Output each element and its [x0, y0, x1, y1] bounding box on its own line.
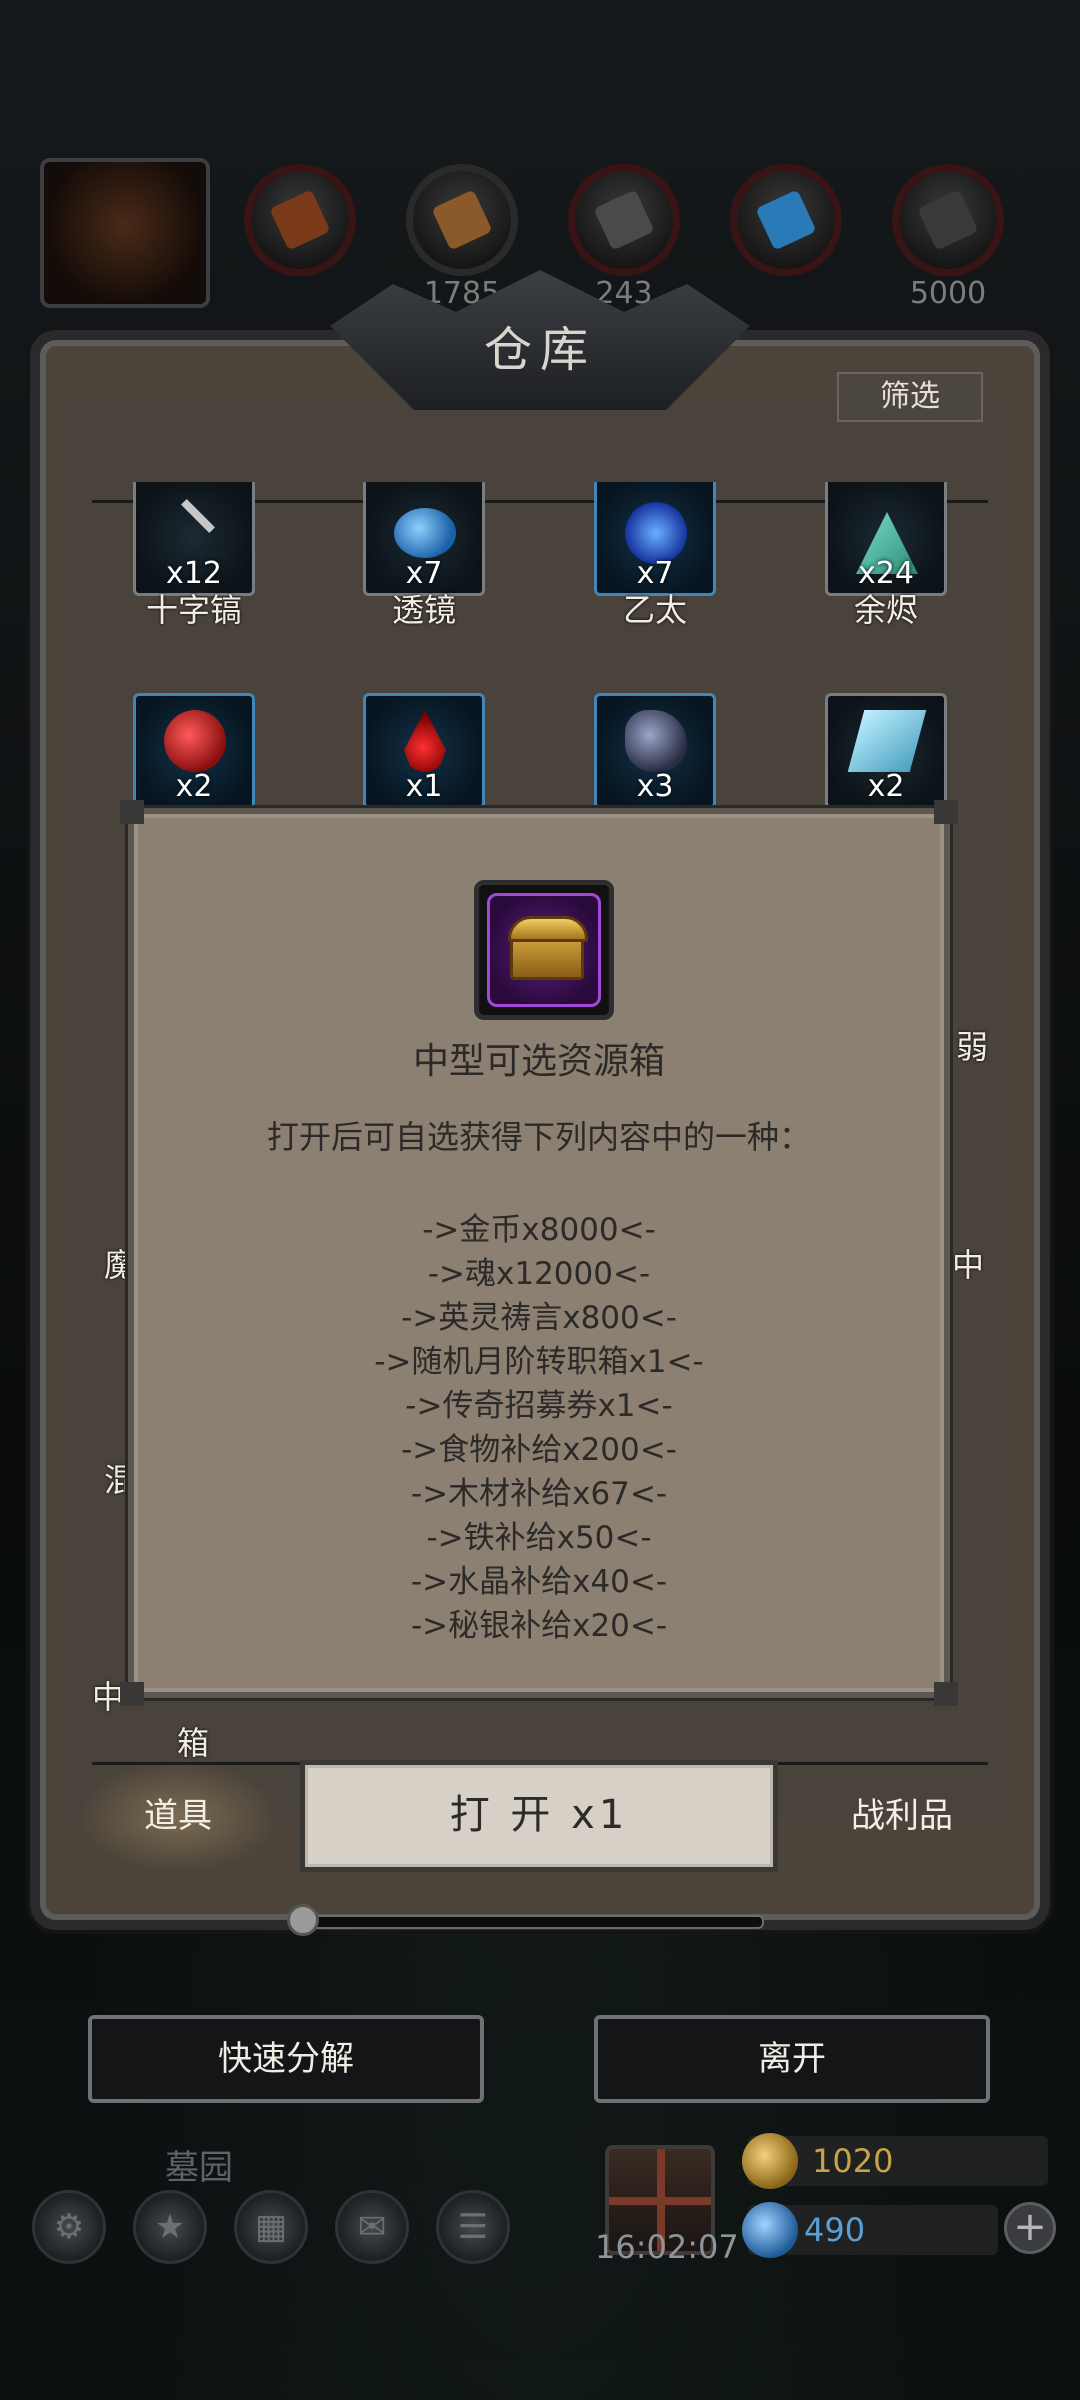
gold-coin-icon — [742, 2133, 798, 2189]
pickaxe-icon — [181, 499, 215, 533]
gem-value: 490 — [804, 2211, 866, 2249]
popup-description: 打开后可自选获得下列内容中的一种： — [266, 1118, 811, 1156]
open-button[interactable]: 打 开 x1 — [300, 1760, 778, 1872]
item-detail-popup: 中型可选资源箱 打开后可自选获得下列内容中的一种： ->金币x8000<- ->… — [120, 800, 958, 1706]
lens-icon — [394, 508, 456, 558]
popup-corner — [934, 1682, 958, 1706]
item-qty: x3 — [636, 769, 674, 804]
option-line: ->随机月阶转职箱x1<- — [374, 1344, 704, 1380]
option-line: ->秘银补给x20<- — [410, 1608, 668, 1644]
red-ore-icon — [164, 710, 226, 772]
gold-value: 1020 — [812, 2142, 894, 2180]
item-slot-ether[interactable]: x7 — [594, 482, 716, 596]
add-gems-button[interactable]: + — [1004, 2202, 1056, 2254]
item-slot-blood-drop[interactable]: x1 — [363, 693, 485, 809]
wood-resource-icon — [406, 164, 518, 276]
mithril-resource-icon — [892, 164, 1004, 276]
location-label: 墓园 — [165, 2148, 233, 2188]
mithril-value: 5000 — [909, 276, 987, 311]
item-slot-pickaxe[interactable]: x12 — [133, 482, 255, 596]
option-line: ->水晶补给x40<- — [410, 1564, 668, 1600]
item-name-ether: 乙太 — [622, 591, 687, 629]
item-icon-frame — [474, 880, 614, 1020]
ether-icon — [625, 502, 687, 564]
panel-title: 仓库 — [483, 322, 596, 378]
option-line: ->英灵祷言x800<- — [401, 1300, 677, 1336]
item-slot-dark-ore[interactable]: x3 — [594, 693, 716, 809]
item-name-pickaxe: 十字镐 — [145, 591, 242, 629]
hero-portrait[interactable] — [40, 158, 210, 308]
item-qty: x2 — [867, 769, 905, 804]
blood-drop-icon — [404, 710, 446, 772]
tab-items[interactable]: 道具 — [78, 1760, 278, 1872]
option-line: ->铁补给x50<- — [426, 1520, 652, 1556]
iron-resource-icon — [568, 164, 680, 276]
crystal-resource-icon — [730, 164, 842, 276]
mail-icon[interactable]: ✉ — [335, 2190, 409, 2264]
achievement-icon[interactable]: ★ — [133, 2190, 207, 2264]
filter-button[interactable]: 筛选 — [837, 372, 983, 422]
gem-icon — [742, 2202, 798, 2258]
option-line: ->食物补给x200<- — [401, 1432, 677, 1468]
map-icon[interactable]: ▦ — [234, 2190, 308, 2264]
option-line: ->金币x8000<- — [422, 1212, 656, 1248]
item-slot-crystal-ingot[interactable]: x2 — [825, 693, 947, 809]
option-line: ->魂x12000<- — [427, 1256, 651, 1292]
popup-corner — [120, 800, 144, 824]
treasure-chest-icon — [487, 893, 601, 1007]
partial-label: 中 — [952, 1246, 985, 1284]
item-slot-red-ore[interactable]: x2 — [133, 693, 255, 809]
option-line: ->传奇招募券x1<- — [405, 1388, 673, 1424]
item-slot-lens[interactable]: x7 — [363, 482, 485, 596]
item-name-ember: 余烬 — [853, 591, 918, 629]
quick-decompose-button[interactable]: 快速分解 — [88, 2015, 484, 2103]
food-resource-icon — [244, 164, 356, 276]
item-name-lens: 透镜 — [391, 591, 456, 629]
tab-loot[interactable]: 战利品 — [802, 1760, 1002, 1872]
popup-corner — [120, 1682, 144, 1706]
leave-button[interactable]: 离开 — [594, 2015, 990, 2103]
popup-corner — [934, 800, 958, 824]
scroll-handle[interactable] — [287, 1904, 319, 1936]
partial-label: 弱 — [956, 1028, 989, 1066]
scroll-track[interactable] — [300, 1915, 764, 1929]
crystal-ingot-icon — [847, 710, 927, 772]
option-line: ->木材补给x67<- — [410, 1476, 668, 1512]
item-qty: x2 — [175, 769, 213, 804]
partial-label: 箱 — [177, 1724, 210, 1762]
clock-text: 16:02:07 — [595, 2228, 739, 2266]
popup-title: 中型可选资源箱 — [412, 1041, 665, 1082]
item-qty: x1 — [405, 769, 443, 804]
settings-icon[interactable]: ⚙ — [32, 2190, 106, 2264]
book-icon[interactable]: ☰ — [436, 2190, 510, 2264]
item-slot-ember[interactable]: x24 — [825, 482, 947, 596]
dark-ore-icon — [625, 710, 687, 772]
